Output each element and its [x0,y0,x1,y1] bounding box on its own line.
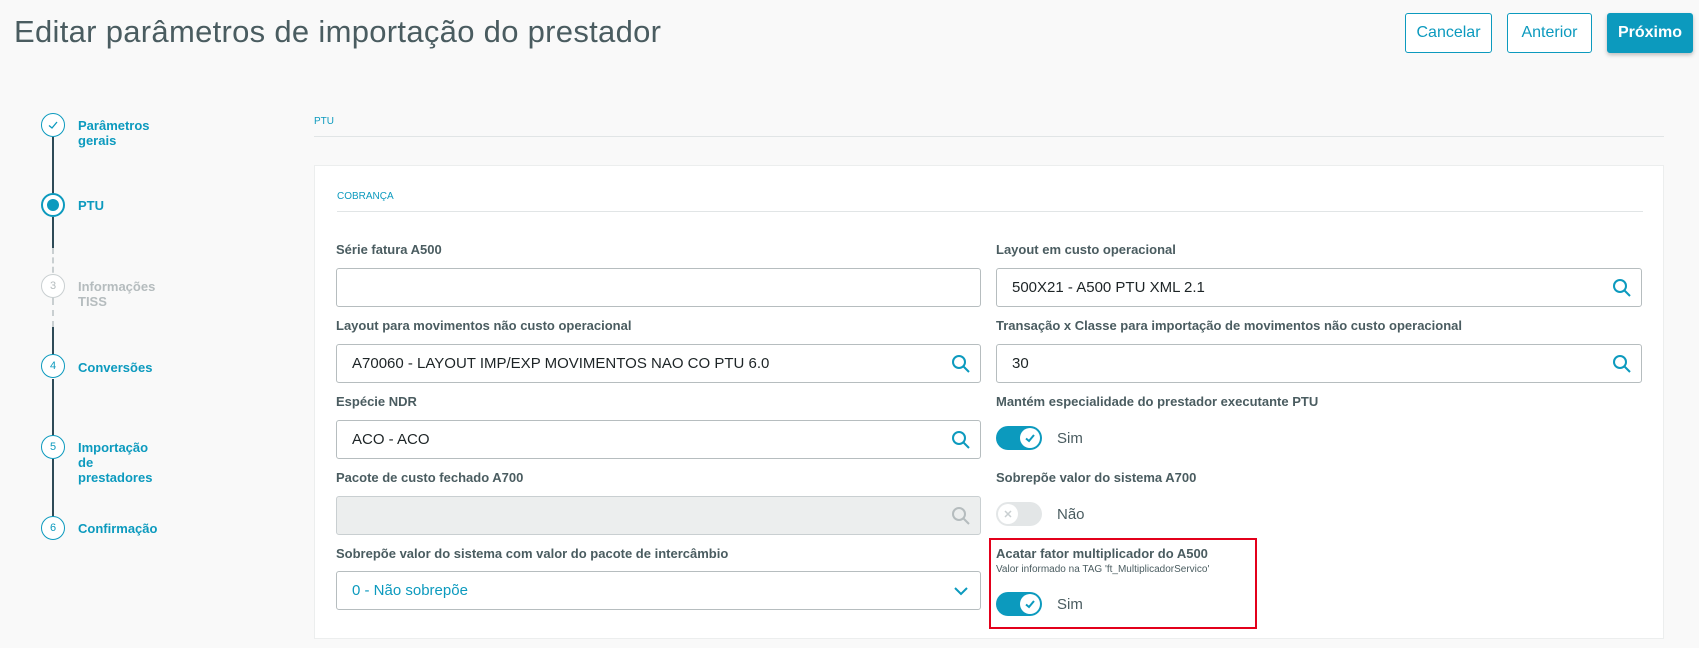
sobrepoe-pacote-value: 0 - Não sobrepõe [352,582,468,599]
step-label-parametros-gerais[interactable]: Parâmetros gerais [78,118,150,148]
search-icon[interactable] [1612,354,1632,374]
mantem-especialidade-label: Mantém especialidade do prestador execut… [996,394,1319,409]
step-3-circle: 3 [41,274,65,298]
card-divider [337,211,1643,212]
highlight-annotation [989,538,1257,629]
layout-nao-custo-input[interactable]: A70060 - LAYOUT IMP/EXP MOVIMENTOS NAO C… [336,344,981,383]
check-icon [1020,428,1040,448]
layout-custo-label: Layout em custo operacional [996,242,1176,257]
cancel-button[interactable]: Cancelar [1405,13,1492,53]
close-icon [998,504,1018,524]
step-6-circle[interactable]: 6 [41,516,65,540]
sobrepoe-a700-state: Não [1057,506,1085,523]
search-icon[interactable] [951,354,971,374]
step-label-confirmacao[interactable]: Confirmação [78,521,157,536]
step-5-circle[interactable]: 5 [41,435,65,459]
page-title: Editar parâmetros de importação do prest… [14,14,662,49]
mantem-especialidade-toggle[interactable] [996,426,1042,450]
pacote-custo-label: Pacote de custo fechado A700 [336,470,524,485]
step-1-check-icon[interactable] [41,113,65,137]
sobrepoe-a700-toggle[interactable] [996,502,1042,526]
sobrepoe-pacote-label: Sobrepõe valor do sistema com valor do p… [336,546,729,561]
layout-nao-custo-value: A70060 - LAYOUT IMP/EXP MOVIMENTOS NAO C… [352,355,770,372]
chevron-down-icon[interactable] [951,581,971,601]
step-2-active-icon[interactable] [41,193,65,217]
search-icon[interactable] [951,430,971,450]
especie-ndr-input[interactable]: ACO - ACO [336,420,981,459]
step-4-circle[interactable]: 4 [41,354,65,378]
pacote-custo-input [336,496,981,535]
card-title: COBRANÇA [337,191,394,202]
step-connector [52,217,54,248]
next-button[interactable]: Próximo [1607,13,1693,53]
step-label-ptu[interactable]: PTU [78,198,104,213]
section-title: PTU [314,116,334,127]
especie-ndr-value: ACO - ACO [352,431,430,448]
layout-nao-custo-label: Layout para movimentos não custo operaci… [336,318,632,333]
layout-custo-input[interactable]: 500X21 - A500 PTU XML 2.1 [996,268,1642,307]
layout-custo-value: 500X21 - A500 PTU XML 2.1 [1012,279,1205,296]
section-divider [314,136,1664,137]
step-label-informacoes-tiss: Informações TISS [78,279,156,309]
mantem-especialidade-state: Sim [1057,430,1083,447]
especie-ndr-label: Espécie NDR [336,394,417,409]
step-label-importacao-prestadores[interactable]: Importação de prestadores [78,440,152,485]
search-icon[interactable] [1612,278,1632,298]
sobrepoe-a700-label: Sobrepõe valor do sistema A700 [996,470,1197,485]
step-label-conversoes[interactable]: Conversões [78,360,152,375]
serie-fatura-label: Série fatura A500 [336,242,442,257]
search-icon [952,507,970,525]
transacao-classe-value: 30 [1012,355,1029,372]
sobrepoe-pacote-select[interactable]: 0 - Não sobrepõe [336,571,981,610]
transacao-classe-label: Transação x Classe para importação de mo… [996,318,1462,333]
serie-fatura-input[interactable] [336,268,981,307]
previous-button[interactable]: Anterior [1507,13,1592,53]
transacao-classe-input[interactable]: 30 [996,344,1642,383]
step-connector-dashed [52,299,54,327]
